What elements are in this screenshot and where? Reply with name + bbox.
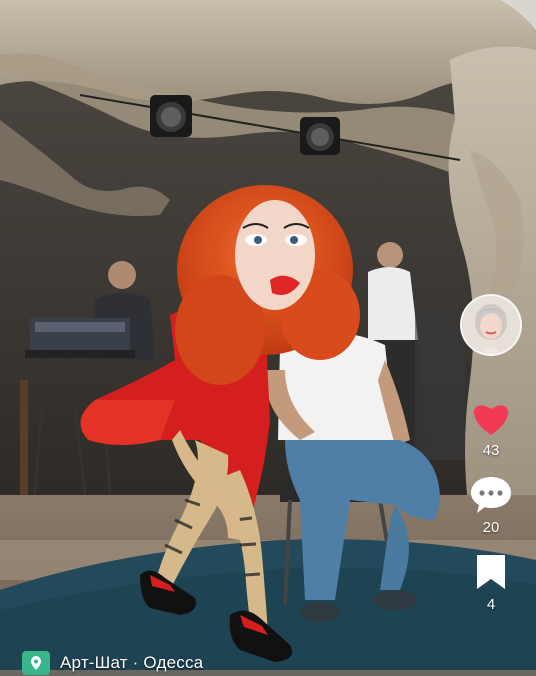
save-button[interactable]: 4 <box>469 550 513 613</box>
channel-label: Арт-Шат · Одесса <box>60 653 204 672</box>
save-count: 4 <box>486 596 496 613</box>
like-count: 43 <box>482 442 500 459</box>
action-rail: 43 20 4 <box>446 290 536 613</box>
speech-bubble-icon <box>469 473 513 517</box>
like-button[interactable]: 43 <box>469 396 513 459</box>
channel-bar[interactable]: Арт-Шат · Одесса <box>22 650 203 676</box>
bookmark-icon <box>469 550 513 594</box>
pin-icon <box>22 651 50 675</box>
heart-icon <box>469 396 513 440</box>
creator-avatar[interactable] <box>460 294 522 356</box>
comment-button[interactable]: 20 <box>469 473 513 536</box>
creator-avatar-image <box>462 296 520 354</box>
comment-count: 20 <box>482 519 500 536</box>
